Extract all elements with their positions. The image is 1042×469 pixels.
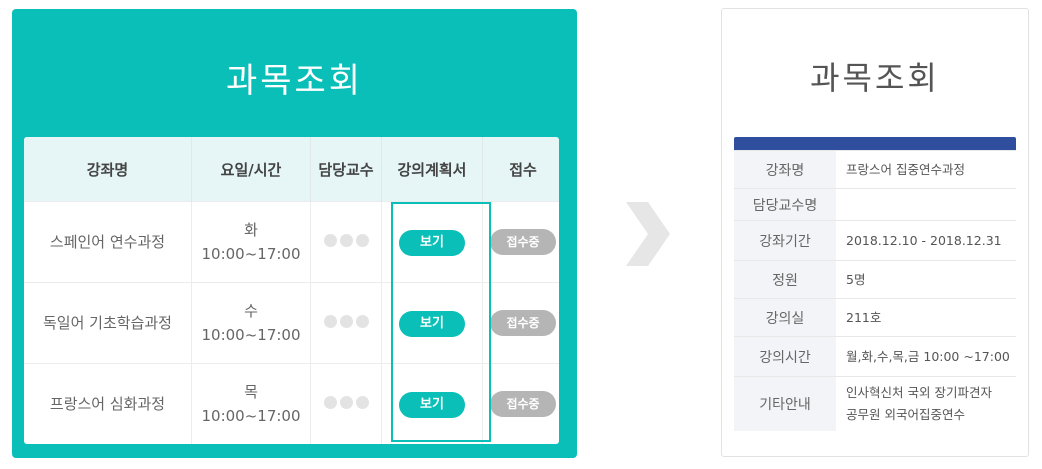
course-table: 강좌명 요일/시간 담당교수 강의계획서 접수 스페인어 연수과정 화 10:0…: [24, 137, 559, 444]
header-day-time: 요일/시간: [191, 137, 311, 202]
detail-value: [836, 188, 1016, 221]
detail-label: 강좌명: [734, 150, 836, 189]
course-day: 수: [244, 302, 258, 320]
course-schedule: 화 10:00~17:00: [191, 201, 311, 283]
course-detail-table: 강좌명 프랑스어 집중연수과정 담당교수명 강좌기간 2018.12.10 - …: [734, 150, 1016, 431]
masked-name-dots-icon: [323, 396, 369, 409]
syllabus-cell: 보기: [381, 282, 483, 364]
detail-title: 과목조회: [810, 59, 940, 97]
detail-label: 강의시간: [734, 336, 836, 377]
panel-title: 과목조회: [225, 61, 364, 101]
professor-cell: [310, 201, 382, 283]
detail-value: 2018.12.10 - 2018.12.31: [836, 220, 1016, 261]
detail-value-line: 인사혁신처 국외 장기파견자: [846, 384, 992, 400]
syllabus-cell: 보기: [381, 363, 483, 444]
course-day: 목: [244, 383, 258, 401]
detail-value: 프랑스어 집중연수과정: [836, 150, 1016, 189]
detail-table-wrap: 강좌명 프랑스어 집중연수과정 담당교수명 강좌기간 2018.12.10 - …: [734, 137, 1016, 431]
course-name: 프랑스어 심화과정: [24, 363, 192, 444]
detail-value: 월,화,수,목,금 10:00 ~17:00: [836, 336, 1016, 377]
apply-cell: 접수중: [482, 282, 559, 364]
detail-label: 정원: [734, 260, 836, 299]
course-detail-card: 과목조회 강좌명 프랑스어 집중연수과정 담당교수명 강좌기간 2018.12.…: [721, 8, 1029, 457]
apply-cell: 접수중: [482, 363, 559, 444]
detail-row: 강좌명 프랑스어 집중연수과정: [734, 150, 1016, 189]
detail-value: 5명: [836, 260, 1016, 299]
chevron-right-icon: [626, 202, 670, 266]
professor-cell: [310, 282, 382, 364]
detail-value-line: 공무원 외국어집중연수: [846, 406, 965, 422]
syllabus-cell: 보기: [381, 201, 483, 283]
course-search-panel: 과목조회 강좌명 요일/시간 담당교수 강의계획서 접수 스페인어 연수과정 화…: [12, 9, 577, 458]
view-syllabus-button[interactable]: 보기: [399, 310, 465, 337]
apply-status-button[interactable]: 접수중: [490, 229, 556, 255]
detail-label: 강좌기간: [734, 220, 836, 261]
table-row: 스페인어 연수과정 화 10:00~17:00 보기 접수중: [24, 201, 559, 283]
header-syllabus: 강의계획서: [381, 137, 483, 202]
detail-label: 강의실: [734, 298, 836, 337]
header-course-name: 강좌명: [24, 137, 192, 202]
view-syllabus-button[interactable]: 보기: [399, 391, 465, 418]
course-name: 스페인어 연수과정: [24, 201, 192, 283]
view-syllabus-button[interactable]: 보기: [399, 229, 465, 256]
course-time: 10:00~17:00: [201, 326, 301, 344]
course-schedule: 목 10:00~17:00: [191, 363, 311, 444]
apply-status-button[interactable]: 접수중: [490, 310, 556, 336]
detail-row: 강의시간 월,화,수,목,금 10:00 ~17:00: [734, 336, 1016, 377]
detail-row: 강의실 211호: [734, 298, 1016, 337]
detail-row: 기타안내 인사혁신처 국외 장기파견자 공무원 외국어집중연수: [734, 376, 1016, 431]
detail-row: 강좌기간 2018.12.10 - 2018.12.31: [734, 220, 1016, 261]
table-row: 독일어 기초학습과정 수 10:00~17:00 보기 접수중: [24, 282, 559, 364]
detail-row: 정원 5명: [734, 260, 1016, 299]
apply-cell: 접수중: [482, 201, 559, 283]
detail-header-bar: [734, 137, 1016, 150]
detail-label: 담당교수명: [734, 188, 836, 221]
detail-value: 211호: [836, 298, 1016, 337]
table-row: 프랑스어 심화과정 목 10:00~17:00 보기 접수중: [24, 363, 559, 444]
course-time: 10:00~17:00: [201, 407, 301, 425]
detail-row: 담당교수명: [734, 188, 1016, 221]
masked-name-dots-icon: [323, 234, 369, 247]
apply-status-button[interactable]: 접수중: [490, 391, 556, 417]
header-professor: 담당교수: [310, 137, 382, 202]
table-header-row: 강좌명 요일/시간 담당교수 강의계획서 접수: [24, 137, 559, 202]
detail-label: 기타안내: [734, 376, 836, 431]
professor-cell: [310, 363, 382, 444]
course-table-card: 강좌명 요일/시간 담당교수 강의계획서 접수 스페인어 연수과정 화 10:0…: [24, 137, 559, 444]
masked-name-dots-icon: [323, 315, 369, 328]
course-schedule: 수 10:00~17:00: [191, 282, 311, 364]
detail-value-multiline: 인사혁신처 국외 장기파견자 공무원 외국어집중연수: [836, 376, 1016, 431]
header-apply: 접수: [482, 137, 559, 202]
course-time: 10:00~17:00: [201, 245, 301, 263]
course-name: 독일어 기초학습과정: [24, 282, 192, 364]
course-day: 화: [244, 221, 258, 239]
